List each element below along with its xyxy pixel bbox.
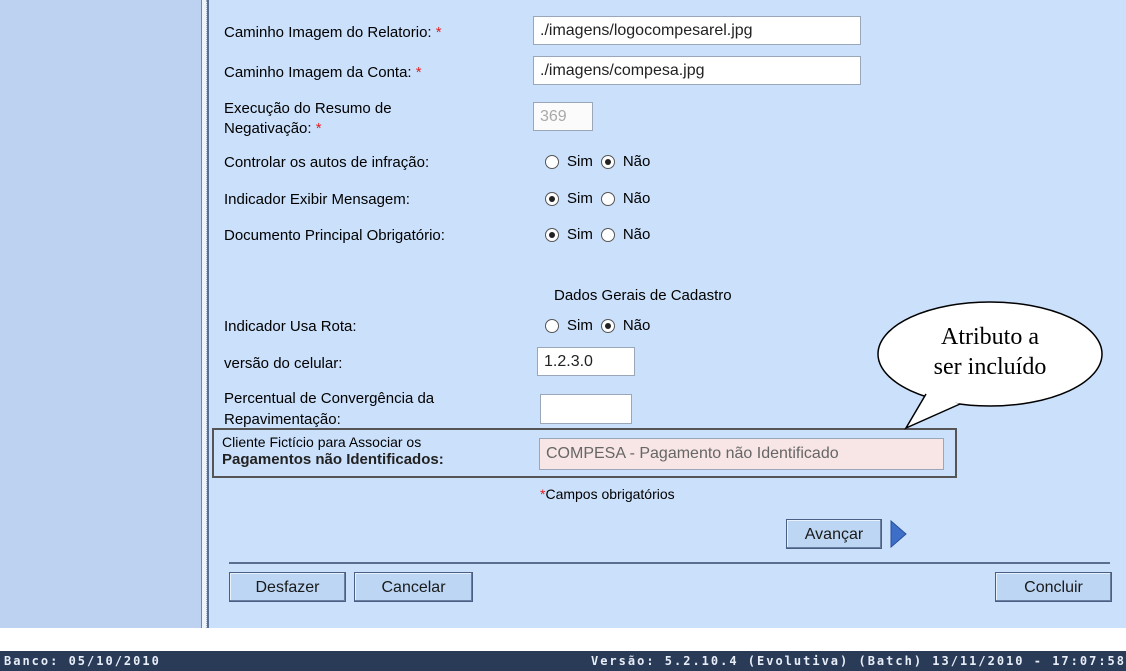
required-mark: * [435, 24, 442, 41]
controlar-autos-nao-radio[interactable] [600, 154, 615, 169]
radio-option-label: Não [622, 153, 651, 170]
radio-option-label: Não [622, 226, 651, 243]
percentual-label: Percentual de Convergência da Repaviment… [224, 390, 434, 428]
footer-versao: Versão: 5.2.10.4 (Evolutiva) (Batch) 13/… [590, 654, 1126, 668]
radio-option-label: Sim [567, 153, 593, 170]
execucao-resumo-label-line2: Negativação: [224, 120, 312, 137]
cliente-ficticio-input[interactable] [539, 438, 944, 470]
controlar-autos-radio-group: Sim Não [545, 153, 658, 170]
avancar-button[interactable]: Avançar [786, 519, 882, 549]
doc-principal-radio-group: Sim Não [545, 226, 658, 243]
cliente-ficticio-label-line2: Pagamentos não Identificados: [222, 451, 444, 468]
versao-celular-input[interactable] [537, 347, 635, 376]
exibir-mensagem-sim-radio[interactable] [545, 191, 559, 206]
exibir-mensagem-radio-group: Sim Não [545, 190, 658, 207]
execucao-resumo-label: Execução do Resumo de Negativação: * [224, 100, 392, 137]
execucao-resumo-label-line1: Execução do Resumo de [224, 100, 392, 117]
cliente-ficticio-label-line1: Cliente Fictício para Associar os [222, 434, 422, 450]
controlar-autos-sim-radio[interactable] [545, 154, 559, 169]
execucao-resumo-input [533, 102, 593, 131]
footer-banco: Banco: 05/10/2010 [4, 654, 161, 668]
desfazer-button[interactable]: Desfazer [229, 572, 346, 602]
percentual-label-line1: Percentual de Convergência da [224, 390, 435, 407]
separator-line [229, 562, 1110, 564]
cliente-ficticio-label: Cliente Fictício para Associar os Pagame… [222, 434, 444, 468]
arrow-right-icon[interactable] [888, 519, 908, 549]
status-footer: Banco: 05/10/2010 Versão: 5.2.10.4 (Evol… [0, 651, 1126, 671]
radio-option-label: Não [622, 317, 651, 334]
callout-line1: Atributo a [941, 324, 1039, 350]
form-panel [207, 0, 1126, 628]
left-sidebar [0, 0, 201, 628]
required-mark: * [415, 64, 422, 81]
radio-option-label: Sim [567, 317, 593, 334]
usa-rota-label: Indicador Usa Rota: [224, 318, 357, 335]
percentual-input[interactable] [540, 394, 632, 424]
callout-line2: ser incluído [933, 354, 1047, 380]
caminho-conta-label: Caminho Imagem da Conta: * [224, 64, 422, 81]
caminho-relatorio-label: Caminho Imagem do Relatorio: * [224, 24, 442, 41]
cancelar-button[interactable]: Cancelar [354, 572, 473, 602]
caminho-relatorio-input[interactable] [533, 16, 861, 45]
percentual-label-line2: Repavimentação: [224, 411, 341, 428]
radio-option-label: Não [622, 190, 651, 207]
caminho-conta-input[interactable] [533, 56, 861, 85]
doc-principal-nao-radio[interactable] [600, 227, 615, 242]
section-title-cadastro: Dados Gerais de Cadastro [554, 287, 732, 304]
doc-principal-sim-radio[interactable] [545, 227, 559, 242]
usa-rota-radio-group: Sim Não [545, 317, 658, 334]
radio-option-label: Sim [567, 226, 593, 243]
concluir-button[interactable]: Concluir [995, 572, 1112, 602]
usa-rota-nao-radio[interactable] [600, 318, 615, 333]
exibir-mensagem-nao-radio[interactable] [600, 191, 615, 206]
campos-obrigatorios-note: *Campos obrigatórios [540, 486, 675, 503]
campos-obrigatorios-text: Campos obrigatórios [545, 486, 675, 502]
radio-option-label: Sim [567, 190, 593, 207]
controlar-autos-label: Controlar os autos de infração: [224, 154, 430, 171]
usa-rota-sim-radio[interactable] [545, 318, 559, 333]
exibir-mensagem-label: Indicador Exibir Mensagem: [224, 191, 410, 208]
callout-text: Atributo a ser incluído [900, 322, 1080, 382]
versao-celular-label: versão do celular: [224, 355, 343, 372]
caminho-conta-label-text: Caminho Imagem da Conta: [224, 64, 412, 81]
doc-principal-label: Documento Principal Obrigatório: [224, 227, 445, 244]
required-mark: * [315, 120, 322, 137]
caminho-relatorio-label-text: Caminho Imagem do Relatorio: [224, 24, 432, 41]
